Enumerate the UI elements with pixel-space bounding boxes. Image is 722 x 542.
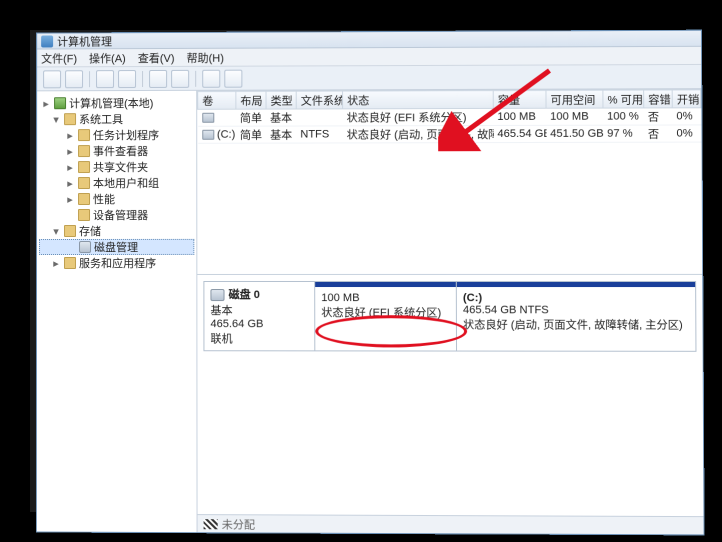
col-overhead[interactable]: 开销 xyxy=(672,90,701,108)
toolbar-up-button[interactable] xyxy=(96,70,114,88)
col-fs[interactable]: 文件系统 xyxy=(296,91,342,109)
tree-services-apps[interactable]: ▸服务和应用程序 xyxy=(39,255,194,271)
menu-action[interactable]: 操作(A) xyxy=(89,50,126,66)
tree-performance[interactable]: ▸性能 xyxy=(39,191,194,207)
toolbar xyxy=(37,65,701,91)
col-status[interactable]: 状态 xyxy=(343,90,494,109)
disk-layout-pane: 磁盘 0 基本 465.64 GB 联机 100 MB 状态良 xyxy=(197,275,703,516)
toolbar-back-button[interactable] xyxy=(43,70,61,88)
volume-row[interactable]: (C:) 简单基本NTFS状态良好 (启动, 页面文件, 故障转储, 主分区)4… xyxy=(198,125,701,143)
partition-desc: 465.54 GB NTFS xyxy=(463,304,689,316)
col-capacity[interactable]: 容量 xyxy=(493,90,546,108)
tree-event-viewer[interactable]: ▸事件查看器 xyxy=(39,143,194,159)
col-type[interactable]: 类型 xyxy=(266,91,296,109)
disk-state: 联机 xyxy=(210,330,308,346)
col-layout[interactable]: 布局 xyxy=(236,91,266,109)
disk-type: 基本 xyxy=(210,302,308,318)
window-title: 计算机管理 xyxy=(57,33,112,49)
partition-size: 100 MB xyxy=(321,292,450,304)
col-free[interactable]: 可用空间 xyxy=(546,90,603,108)
tree-disk-management[interactable]: 磁盘管理 xyxy=(39,239,194,255)
disk-size: 465.64 GB xyxy=(210,318,308,330)
legend-unallocated: 未分配 xyxy=(222,516,255,532)
tree-storage[interactable]: ▾存储 xyxy=(39,223,194,239)
computer-management-window: 计算机管理 文件(F) 操作(A) 查看(V) 帮助(H) ▸计算机管理(本地)… xyxy=(36,30,705,536)
volume-icon xyxy=(202,130,214,140)
volume-row[interactable]: 简单基本状态良好 (EFI 系统分区)100 MB100 MB100 %否0% xyxy=(198,108,701,127)
tree-device-manager[interactable]: 设备管理器 xyxy=(39,207,194,223)
toolbar-help-button[interactable] xyxy=(171,69,189,87)
tree-shared-folders[interactable]: ▸共享文件夹 xyxy=(39,159,194,175)
volume-icon xyxy=(202,113,214,123)
app-icon xyxy=(41,35,53,47)
toolbar-refresh-button[interactable] xyxy=(149,69,167,87)
partition-label: (C:) xyxy=(463,292,482,304)
menu-view[interactable]: 查看(V) xyxy=(138,49,175,65)
toolbar-view-button[interactable] xyxy=(202,69,220,87)
toolbar-forward-button[interactable] xyxy=(65,70,83,88)
partition-status: 状态良好 (EFI 系统分区) xyxy=(321,304,450,320)
nav-tree[interactable]: ▸计算机管理(本地) ▾系统工具 ▸任务计划程序 ▸事件查看器 ▸共享文件夹 ▸… xyxy=(37,91,198,532)
disk-info[interactable]: 磁盘 0 基本 465.64 GB 联机 xyxy=(204,282,315,350)
tree-task-scheduler[interactable]: ▸任务计划程序 xyxy=(39,127,194,143)
disk-icon xyxy=(210,289,224,301)
tree-local-users[interactable]: ▸本地用户和组 xyxy=(39,175,194,191)
partition-c[interactable]: (C:) 465.54 GB NTFS 状态良好 (启动, 页面文件, 故障转储… xyxy=(457,282,696,351)
toolbar-list-button[interactable] xyxy=(224,69,242,87)
col-pct[interactable]: % 可用 xyxy=(603,90,644,108)
col-fault[interactable]: 容错 xyxy=(644,90,673,108)
toolbar-properties-button[interactable] xyxy=(118,70,136,88)
partition-status: 状态良好 (启动, 页面文件, 故障转储, 主分区) xyxy=(463,316,689,332)
tree-root[interactable]: ▸计算机管理(本地) xyxy=(39,95,194,111)
col-volume[interactable]: 卷 xyxy=(198,91,236,109)
disk-label: 磁盘 0 xyxy=(229,289,260,301)
menu-help[interactable]: 帮助(H) xyxy=(187,49,224,65)
tree-system-tools[interactable]: ▾系统工具 xyxy=(39,111,194,127)
partition-efi[interactable]: 100 MB 状态良好 (EFI 系统分区) xyxy=(315,282,457,351)
menu-file[interactable]: 文件(F) xyxy=(41,50,77,66)
volume-grid[interactable]: 卷 布局 类型 文件系统 状态 容量 可用空间 % 可用 容错 开销 xyxy=(197,89,702,275)
statusbar: 未分配 xyxy=(198,514,704,534)
